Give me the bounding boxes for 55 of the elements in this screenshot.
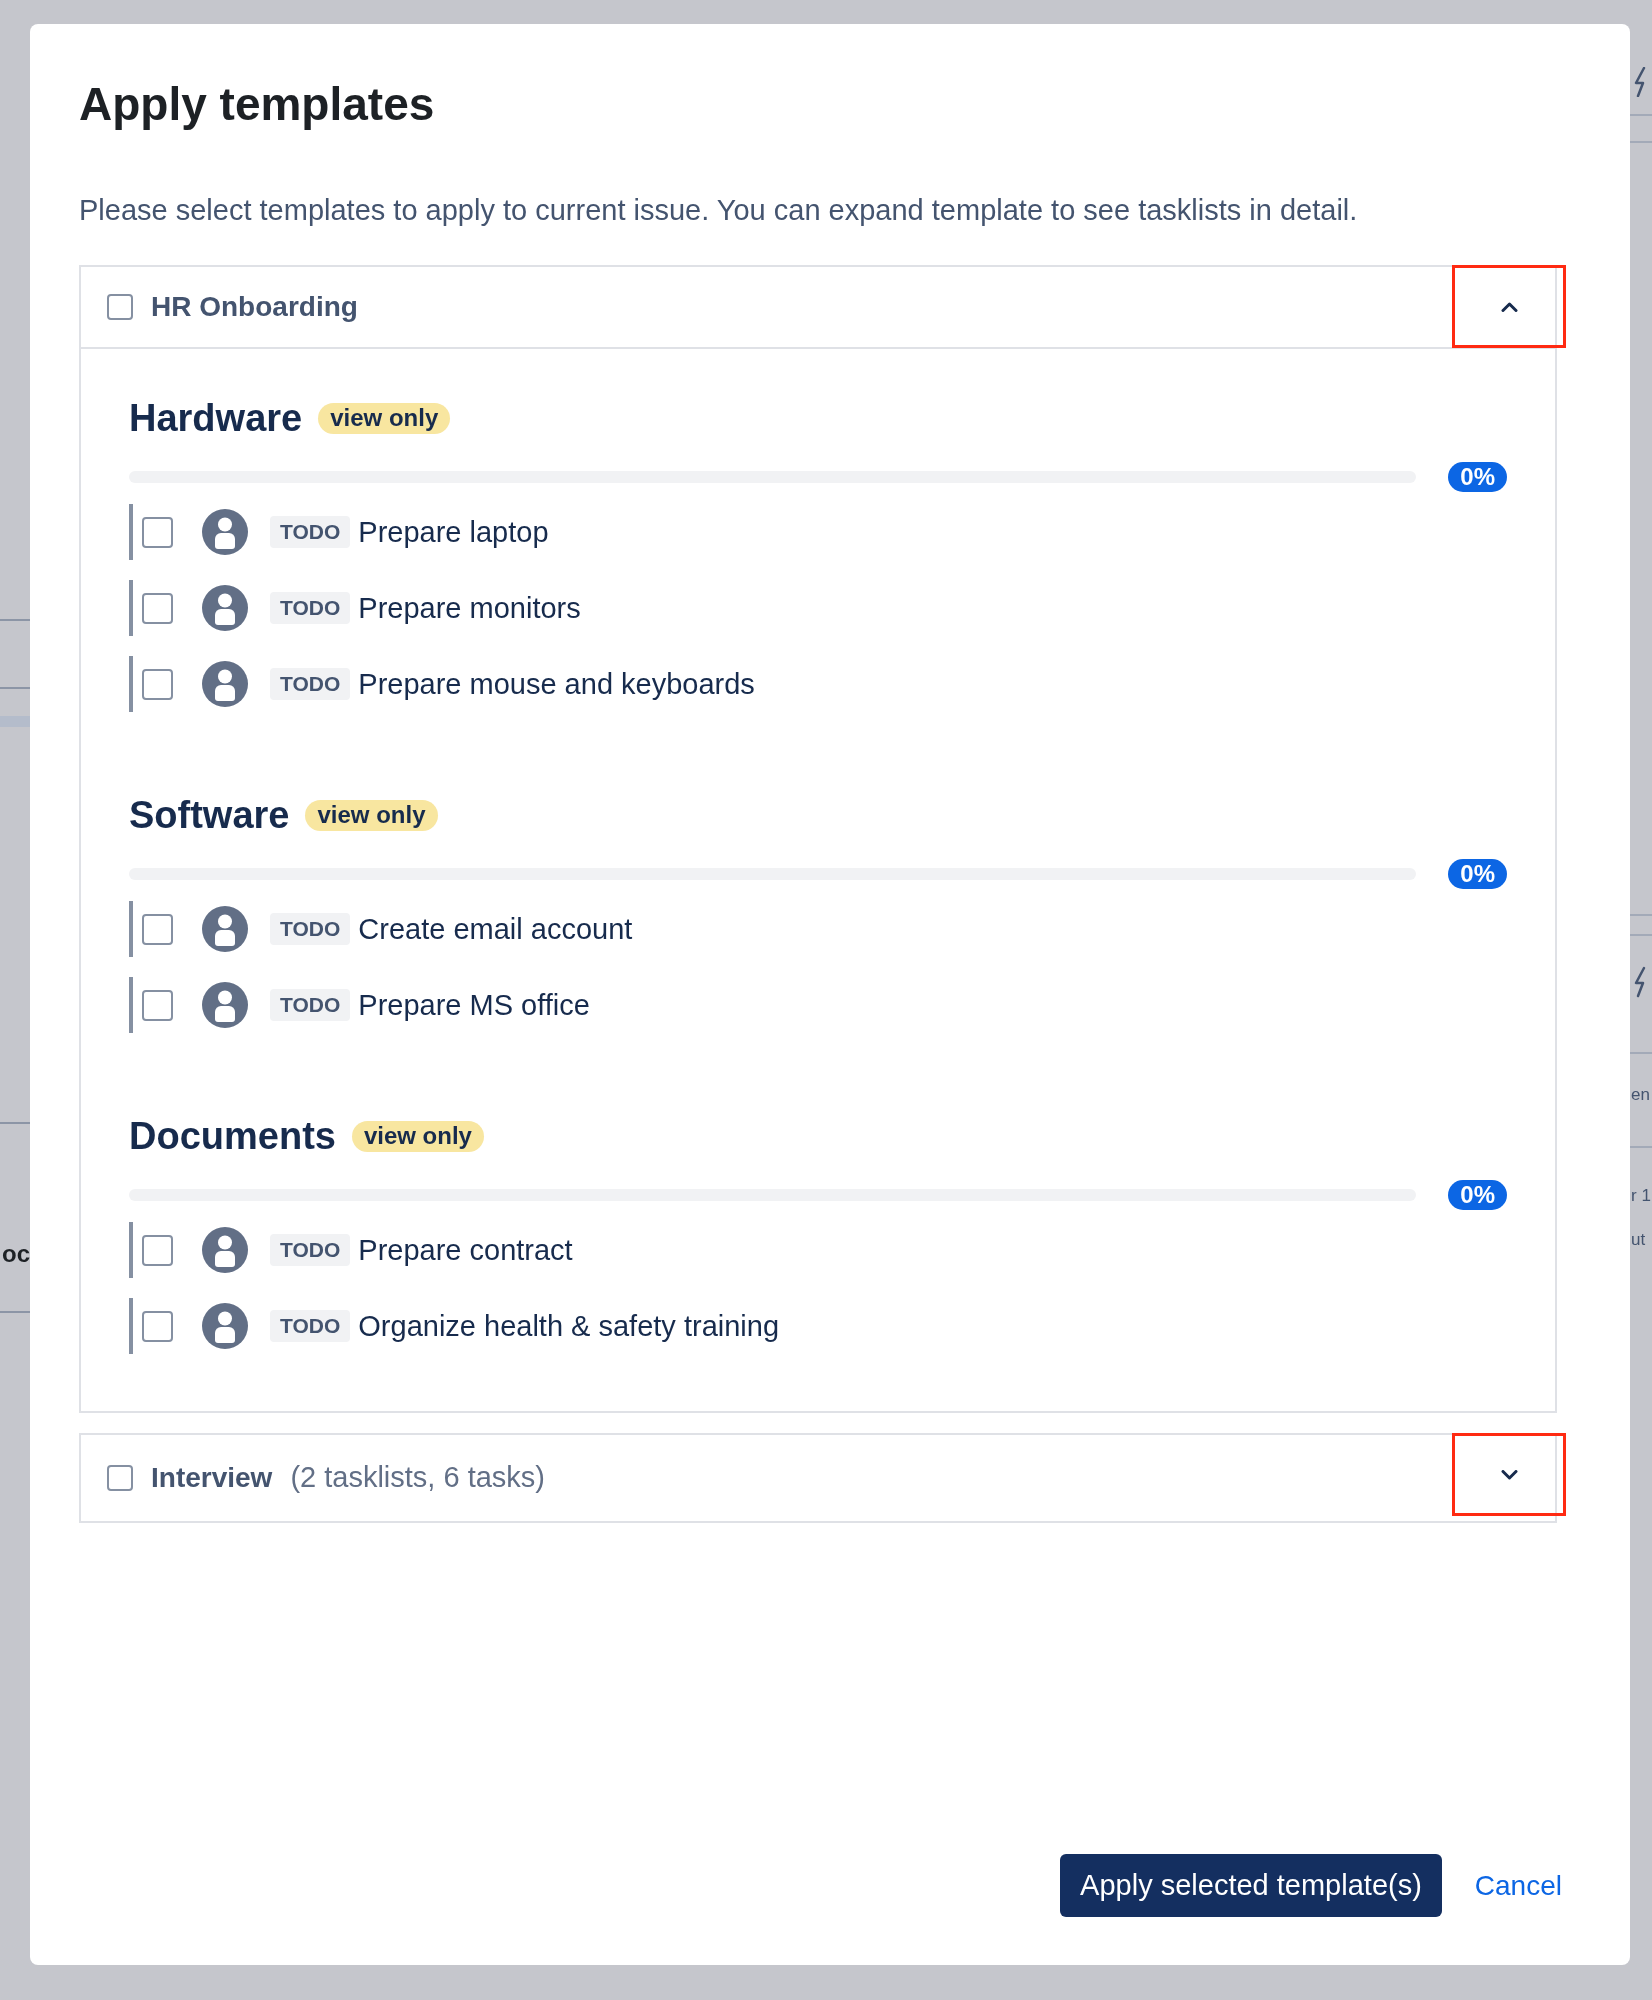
checkbox[interactable] bbox=[142, 592, 173, 624]
status-label: TODO bbox=[270, 592, 351, 624]
task-title: Prepare laptop bbox=[358, 515, 549, 550]
background-text: r 1 bbox=[1631, 1185, 1651, 1207]
template-name: HR Onboarding bbox=[151, 290, 358, 324]
status-label: TODO bbox=[270, 668, 351, 700]
status-label: TODO bbox=[270, 989, 351, 1021]
tasklist-title: Hardware bbox=[129, 396, 303, 441]
permission-tag: view only bbox=[351, 1120, 484, 1152]
task-title: Prepare contract bbox=[358, 1233, 573, 1268]
checkbox[interactable] bbox=[142, 516, 173, 548]
task-title: Prepare monitors bbox=[358, 591, 581, 626]
checkbox[interactable] bbox=[107, 294, 133, 320]
avatar-icon bbox=[202, 1303, 248, 1349]
checkbox[interactable] bbox=[142, 989, 173, 1021]
progress-percent: 0% bbox=[1448, 462, 1507, 492]
permission-tag: view only bbox=[318, 402, 451, 434]
chevron-down-icon bbox=[1500, 1469, 1518, 1480]
checkbox[interactable] bbox=[142, 1310, 173, 1342]
status-label: TODO bbox=[270, 516, 351, 548]
avatar-icon bbox=[202, 1227, 248, 1273]
progress-percent: 0% bbox=[1448, 1180, 1507, 1210]
checkbox[interactable] bbox=[142, 913, 173, 945]
expand-button[interactable] bbox=[1452, 1433, 1566, 1516]
apply-button[interactable]: Apply selected template(s) bbox=[1060, 1854, 1442, 1917]
status-label: TODO bbox=[270, 1234, 351, 1266]
template-name: Interview bbox=[151, 1461, 273, 1495]
background-text: ut bbox=[1631, 1229, 1646, 1251]
tasklist-title: Software bbox=[129, 793, 290, 838]
dialog-title: Apply templates bbox=[79, 77, 435, 132]
avatar-icon bbox=[202, 906, 248, 952]
background-text: en bbox=[1631, 1084, 1650, 1106]
avatar-icon bbox=[202, 982, 248, 1028]
background-text: oc bbox=[1, 1240, 30, 1268]
checkbox[interactable] bbox=[142, 1234, 173, 1266]
progress-percent: 0% bbox=[1448, 859, 1507, 889]
dialog-description: Please select templates to apply to current issue. You can expand template to see tasklists in detail. bbox=[79, 193, 1358, 227]
task-title: Create email account bbox=[358, 912, 633, 947]
avatar-icon bbox=[202, 585, 248, 631]
status-label: TODO bbox=[270, 913, 351, 945]
tasklist-title: Documents bbox=[129, 1114, 336, 1159]
checkbox[interactable] bbox=[142, 668, 173, 700]
avatar-icon bbox=[202, 661, 248, 707]
chevron-up-icon bbox=[1500, 301, 1518, 312]
task-title: Prepare MS office bbox=[358, 988, 590, 1023]
avatar-icon bbox=[202, 509, 248, 555]
background-highlight-bar bbox=[0, 716, 30, 727]
checkbox[interactable] bbox=[107, 1465, 133, 1491]
collapse-button[interactable] bbox=[1452, 265, 1566, 348]
status-label: TODO bbox=[270, 1310, 351, 1342]
permission-tag: view only bbox=[305, 799, 438, 831]
template-summary: (2 tasklists, 6 tasks) bbox=[290, 1460, 545, 1496]
task-title: Organize health & safety training bbox=[358, 1309, 780, 1344]
cancel-link[interactable]: Cancel bbox=[1466, 1854, 1570, 1917]
task-title: Prepare mouse and keyboards bbox=[358, 667, 755, 702]
